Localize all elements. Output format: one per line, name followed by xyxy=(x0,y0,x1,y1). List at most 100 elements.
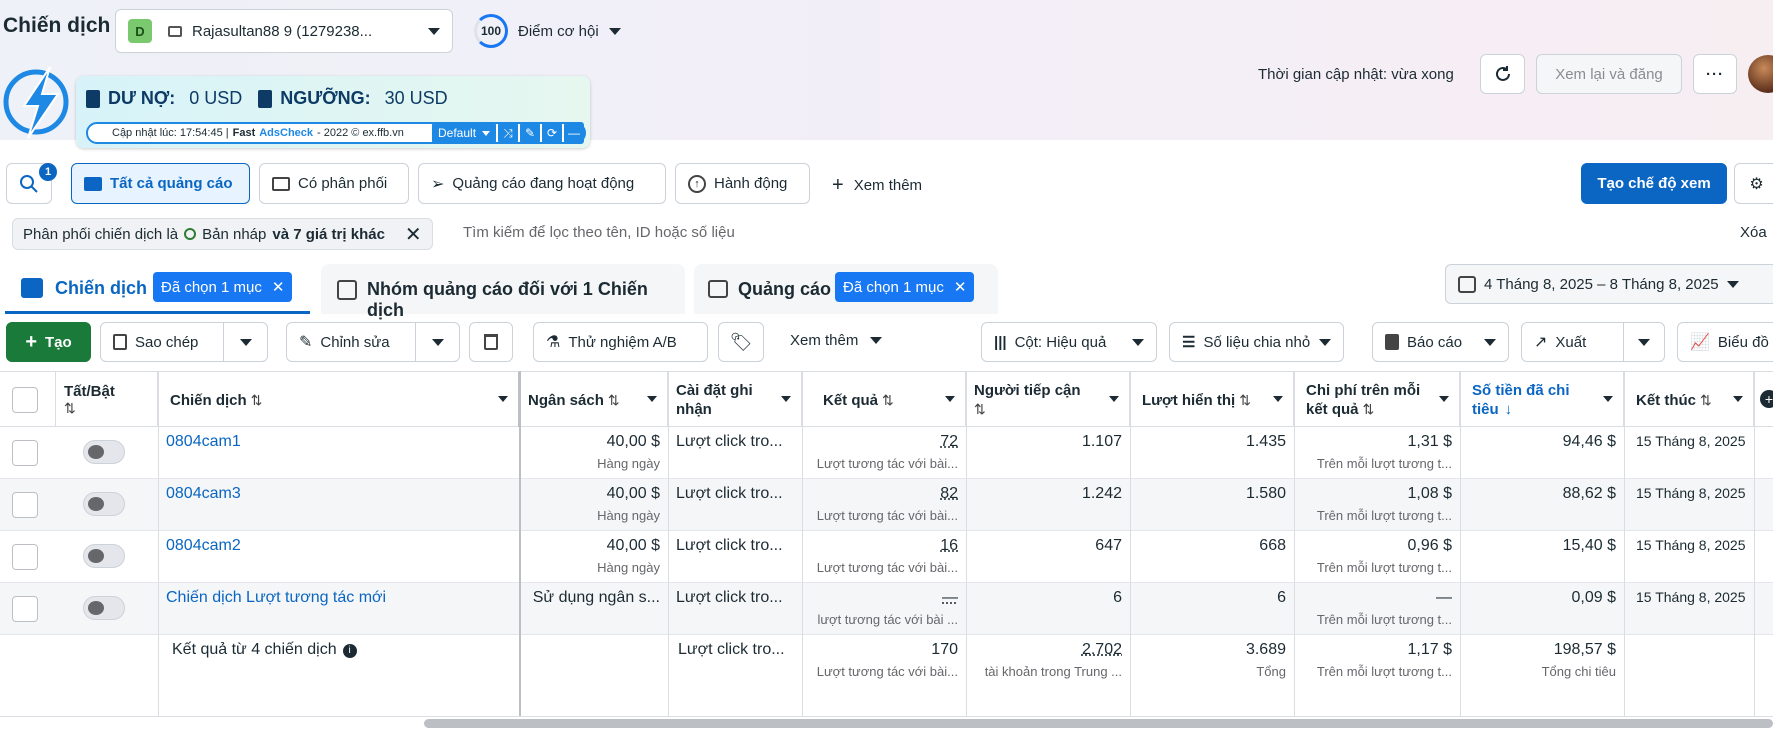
envelope-icon xyxy=(272,176,290,191)
create-button[interactable]: + Tạo xyxy=(6,322,91,362)
add-column-icon[interactable]: + xyxy=(1760,390,1773,408)
ad-selected-pill: Đã chọn 1 mục ✕ xyxy=(835,272,975,302)
create-view-button[interactable]: Tạo chế độ xem xyxy=(1581,163,1727,204)
level-tab-ads[interactable]: Quảng cáo Đã chọn 1 mục ✕ xyxy=(694,264,998,314)
filter-settings-button[interactable]: ⚙ xyxy=(1734,163,1773,204)
level-tab-campaigns[interactable]: Chiến dịch Đã chọn 1 mục ✕ xyxy=(5,264,310,314)
chevron-down-icon xyxy=(647,396,657,402)
close-icon[interactable]: ✕ xyxy=(405,222,422,247)
info-icon[interactable]: i xyxy=(342,644,357,658)
end-date-value: 15 Tháng 8, 2025 xyxy=(1636,433,1746,449)
more-views-button[interactable]: + Xem thêm xyxy=(832,174,922,197)
ab-test-button[interactable]: ⚗ Thử nghiệm A/B xyxy=(533,322,708,362)
sync-icon[interactable]: ⟳ xyxy=(542,122,563,144)
table-row[interactable]: Chiến dịch Lượt tương tác mới Sử dụng ng… xyxy=(0,583,1773,635)
export-button[interactable]: ↗ Xuất xyxy=(1521,322,1624,362)
horizontal-scrollbar[interactable] xyxy=(424,719,1773,728)
col-label: Người tiếp cận xyxy=(974,382,1081,399)
charts-button[interactable]: 📈 Biểu đồ xyxy=(1677,322,1773,362)
col-impressions[interactable]: Lượt hiển thị ⇅ xyxy=(1130,372,1294,428)
col-budget[interactable]: Ngân sách ⇅ xyxy=(520,372,668,428)
row-checkbox[interactable] xyxy=(12,596,38,622)
campaign-toggle[interactable] xyxy=(83,544,125,568)
opportunity-score[interactable]: 100 Điểm cơ hội xyxy=(474,14,621,48)
account-selector[interactable]: D Rajasultan88 9 (1279238... xyxy=(115,9,453,53)
table-row[interactable]: 0804cam3 40,00 $ Hàng ngày Lượt click tro… xyxy=(0,479,1773,531)
campaign-name-link[interactable]: 0804cam1 xyxy=(166,433,510,451)
tab-active-ads[interactable]: ➢ Quảng cáo đang hoạt động xyxy=(418,163,666,204)
level-tab-adsets[interactable]: Nhóm quảng cáo đối với 1 Chiến dịch xyxy=(321,264,685,320)
refresh-button[interactable] xyxy=(1480,54,1525,94)
ab-test-label: Thử nghiệm A/B xyxy=(568,333,677,351)
more-options-button[interactable]: ··· xyxy=(1693,54,1737,94)
preset-select[interactable]: Default xyxy=(432,122,497,144)
date-range-picker[interactable]: 4 Tháng 8, 2025 – 8 Tháng 8, 2025 xyxy=(1445,264,1773,304)
select-all-checkbox[interactable] xyxy=(12,387,38,413)
tab-label: Có phân phối xyxy=(298,175,388,192)
send-icon: ➢ xyxy=(431,175,445,193)
tab-all-ads[interactable]: Tất cả quảng cáo xyxy=(71,163,250,204)
tag-button[interactable]: 🏷 xyxy=(718,322,764,362)
plus-icon: + xyxy=(832,174,844,196)
delete-button[interactable] xyxy=(469,322,513,362)
duplicate-button[interactable]: Sao chép xyxy=(100,322,224,362)
summary-cpr-sub: Trên mỗi lượt tương t... xyxy=(1316,664,1452,679)
breakdown-button[interactable]: ☰ Số liệu chia nhỏ xyxy=(1169,322,1344,362)
col-reach[interactable]: Người tiếp cận ⇅ xyxy=(966,372,1130,428)
edit-icon[interactable]: ✎ xyxy=(520,122,541,144)
campaign-toggle[interactable] xyxy=(83,596,125,620)
col-cost-per-result[interactable]: Chi phí trên mỗi kết quả ⇅ xyxy=(1294,372,1460,428)
table-row[interactable]: 0804cam2 40,00 $ Hàng ngày Lượt click tro… xyxy=(0,531,1773,583)
edit-button[interactable]: ✎ Chỉnh sửa xyxy=(286,322,416,362)
end-date-value: 15 Tháng 8, 2025 xyxy=(1636,485,1746,501)
tab-label: Quảng cáo đang hoạt động xyxy=(452,175,635,192)
plus-icon: + xyxy=(25,330,37,353)
budget-sub: Hàng ngày xyxy=(597,456,660,471)
col-attribution[interactable]: Cài đặt ghi nhận xyxy=(668,372,802,428)
tab-actions[interactable]: ↑ Hành động xyxy=(675,163,810,204)
clear-filters-link[interactable]: Xóa xyxy=(1740,224,1767,241)
close-icon[interactable]: ✕ xyxy=(272,278,285,296)
upload-circle-icon: ↑ xyxy=(688,174,706,193)
col-toggle[interactable]: Tất/Bật ⇅ xyxy=(56,372,158,428)
filter-chip[interactable]: Phân phối chiến dịch là Bản nháp và 7 gi… xyxy=(12,218,433,250)
campaign-name-link[interactable]: Chiến dịch Lượt tương tác mới xyxy=(166,589,510,607)
table-row[interactable]: 0804cam1 40,00 $ Hàng ngày Lượt click tro… xyxy=(0,427,1773,479)
edit-dropdown[interactable] xyxy=(415,322,460,362)
review-publish-button[interactable]: Xem lại và đăng xyxy=(1536,54,1682,94)
tab-delivering[interactable]: Có phân phối xyxy=(259,163,409,204)
row-checkbox[interactable] xyxy=(12,440,38,466)
results-sub: lượt tương tác với bài ... xyxy=(817,612,958,627)
export-dropdown[interactable] xyxy=(1623,322,1665,362)
close-icon[interactable]: ✕ xyxy=(954,278,967,296)
chevron-down-icon xyxy=(1319,338,1331,346)
row-checkbox[interactable] xyxy=(12,544,38,570)
col-results[interactable]: Kết quả ⇅ xyxy=(802,372,966,428)
summary-spent-sub: Tổng chi tiêu xyxy=(1541,664,1616,679)
campaign-toggle[interactable] xyxy=(83,440,125,464)
campaign-name-link[interactable]: 0804cam2 xyxy=(166,537,510,555)
shuffle-icon[interactable]: ⤨ xyxy=(498,122,519,144)
toolbar-more-button[interactable]: Xem thêm xyxy=(790,332,883,349)
results-value: 82 xyxy=(940,485,958,502)
col-campaign[interactable]: Chiến dịch ⇅ xyxy=(158,372,520,428)
row-checkbox[interactable] xyxy=(12,492,38,518)
create-label: Tạo xyxy=(45,333,72,351)
filter-search-input[interactable]: Tìm kiếm để lọc theo tên, ID hoặc số liệ… xyxy=(463,224,735,241)
columns-button[interactable]: ||| Cột: Hiệu quả xyxy=(981,322,1157,362)
reports-button[interactable]: Báo cáo xyxy=(1372,322,1509,362)
col-label-2: tiêu xyxy=(1472,401,1499,418)
budget-value: Sử dụng ngân s... xyxy=(532,589,660,606)
campaign-toggle[interactable] xyxy=(83,492,125,516)
duplicate-dropdown[interactable] xyxy=(223,322,268,362)
extension-controls: Default ⤨ ✎ ⟳ — xyxy=(432,122,585,144)
sort-desc-icon: ↓ xyxy=(1504,401,1513,418)
col-amount-spent[interactable]: Số tiền đã chi tiêu ↓ xyxy=(1460,372,1624,428)
minimize-icon[interactable]: — xyxy=(564,122,585,144)
col-ends[interactable]: Kết thúc ⇅ xyxy=(1624,372,1754,428)
summary-cpr: 1,17 $ xyxy=(1407,641,1452,658)
campaign-name-link[interactable]: 0804cam3 xyxy=(166,485,510,503)
columns-icon: ||| xyxy=(994,333,1007,351)
update-time: Thời gian cập nhật: vừa xong xyxy=(1258,66,1454,83)
chip-more: và 7 giá trị khác xyxy=(272,225,385,243)
